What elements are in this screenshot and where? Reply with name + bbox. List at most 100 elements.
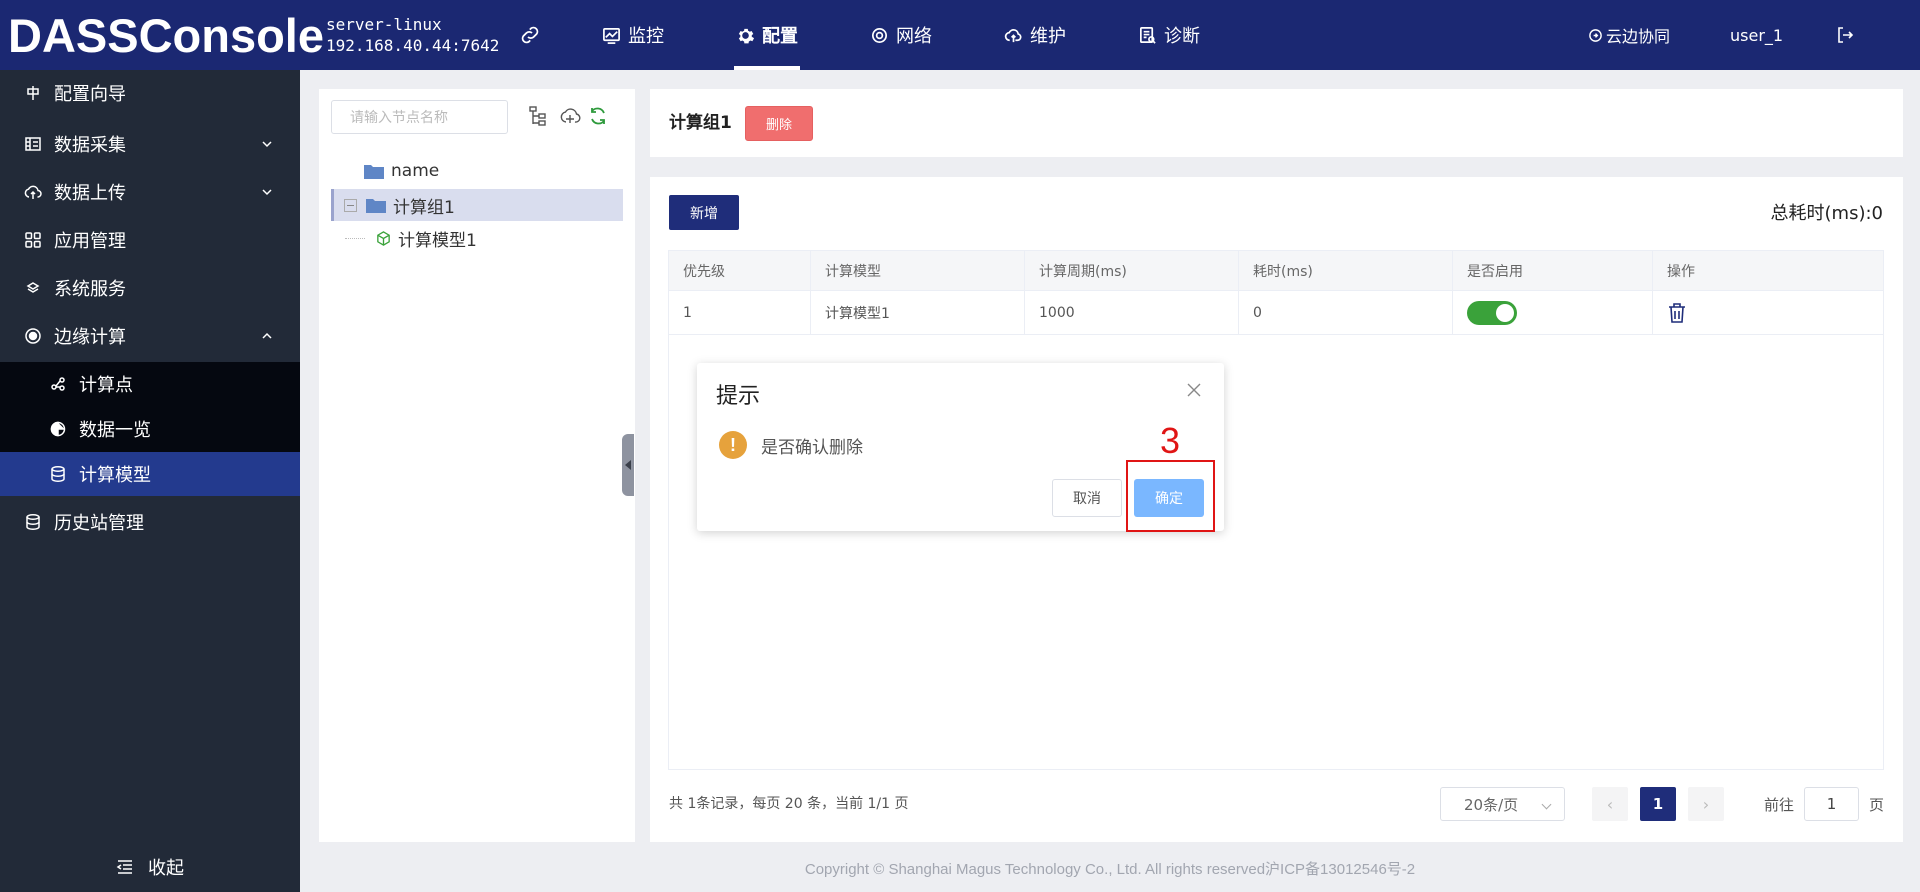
top-navbar: DASSConsole server-linux 192.168.40.44:7… [0,0,1920,70]
sidebar: 配置向导 数据采集 数据上传 应用管理 系统服务 边缘计算 计算点 数据一览 计… [0,70,300,892]
upload-cloud-icon [24,185,42,199]
sidebar-item-edge-compute[interactable]: 边缘计算 [0,314,300,358]
page-number-button[interactable]: 1 [1640,787,1676,821]
config-gear-icon [738,28,755,43]
column-header: 计算模型 [811,251,1025,290]
page-suffix-label: 页 [1869,795,1885,814]
edge-compute-icon [25,328,41,344]
collapse-menu-icon [116,860,132,874]
sidebar-item-app-management[interactable]: 应用管理 [0,218,300,262]
nav-monitor[interactable]: 监控 [600,0,666,70]
cloud-sync-link[interactable]: 云边协同 [1588,0,1670,70]
tree-node-group[interactable]: 计算组1 [331,189,623,221]
page-size-select[interactable]: 20条/页 [1440,787,1565,821]
nav-network[interactable]: 网络 [868,0,934,70]
collapse-label: 收起 [148,858,184,879]
cloud-sync-icon [1589,28,1602,42]
close-icon[interactable] [1186,382,1202,398]
sidebar-item-label: 应用管理 [54,231,126,252]
data-collect-icon [25,137,41,151]
table-header: 优先级 计算模型 计算周期(ms) 耗时(ms) 是否启用 操作 [669,251,1883,291]
sidebar-item-label: 配置向导 [54,84,126,105]
enabled-cell [1453,291,1653,334]
column-header: 优先级 [669,251,811,290]
nav-monitor-label: 监控 [628,26,664,47]
cloud-maintenance-icon [1004,28,1022,42]
main-nav: 监控 配置 网络 维护 诊断 [600,0,1270,70]
sidebar-item-data-collect[interactable]: 数据采集 [0,122,300,166]
goto-label: 前往 [1764,795,1795,814]
server-address: 192.168.40.44:7642 [326,36,500,55]
tree-collapse-toggle[interactable] [344,198,357,212]
sidebar-item-system-service[interactable]: 系统服务 [0,266,300,310]
node-search-input[interactable] [331,100,508,134]
dialog-title: 提示 [716,384,761,409]
tree-node-label: 计算组1 [393,197,455,218]
cancel-button[interactable]: 取消 [1052,479,1122,517]
add-node-icon[interactable] [559,105,581,127]
pagination-info: 共 1条记录，每页 20 条，当前 1/1 页 [669,796,909,812]
folder-icon [366,199,386,213]
enabled-toggle[interactable] [1467,300,1517,325]
copyright-footer: Copyright © Shanghai Magus Technology Co… [804,861,1416,878]
tree-structure-icon[interactable] [527,105,549,127]
database-icon [26,514,40,530]
sidebar-item-config-wizard[interactable]: 配置向导 [0,70,300,116]
prev-page-button[interactable]: ‹ [1592,787,1628,821]
delete-group-button[interactable]: 删除 [745,106,813,141]
nav-diagnose-label: 诊断 [1164,26,1200,47]
next-page-button[interactable]: › [1688,787,1724,821]
tree-node-label: name [391,161,440,181]
group-title: 计算组1 [669,113,732,133]
trash-icon[interactable] [1667,302,1687,324]
sidebar-collapse-button[interactable]: 收起 [0,842,300,892]
nav-network-label: 网络 [896,26,932,47]
tree-node-name[interactable]: name [331,155,623,187]
annotation-step-number: 3 [1160,420,1181,461]
nav-maintenance[interactable]: 维护 [1002,0,1068,70]
column-header: 是否启用 [1453,251,1653,290]
link-icon[interactable] [518,23,542,47]
logout-icon [1838,27,1854,43]
user-menu[interactable]: user_1 [1730,0,1783,70]
database-icon [51,466,65,482]
tree-node-label: 计算模型1 [398,230,477,251]
warning-icon: ! [719,431,747,459]
server-name: server-linux [326,15,442,34]
group-header-card: 计算组1 删除 [650,89,1903,157]
priority-cell: 1 [669,291,811,334]
monitor-icon [603,27,620,44]
nav-config-label: 配置 [762,26,798,47]
diagnose-icon [1139,26,1156,44]
sidebar-item-label: 系统服务 [54,279,126,300]
annotation-highlight-box [1126,460,1215,532]
period-cell: 1000 [1025,291,1239,334]
sidebar-subitem-label: 计算点 [79,375,133,396]
compute-point-icon [51,377,65,391]
pie-icon [50,421,66,437]
column-header: 操作 [1667,263,1695,280]
refresh-icon[interactable] [587,105,609,127]
sidebar-item-label: 数据上传 [54,183,126,204]
sidebar-subitem-compute-model[interactable]: 计算模型 [0,452,300,496]
tree-node-model[interactable]: 计算模型1 [331,222,623,254]
edge-compute-submenu: 计算点 数据一览 计算模型 [0,362,300,496]
nav-diagnose[interactable]: 诊断 [1136,0,1202,70]
column-header: 计算周期(ms) [1025,251,1239,290]
sidebar-item-history-station[interactable]: 历史站管理 [0,500,300,544]
app-logo: DASSConsole [8,9,324,62]
cube-model-icon [377,230,390,246]
column-header: 耗时(ms) [1239,251,1453,290]
goto-page-input[interactable]: 1 [1804,787,1860,821]
action-cell [1653,291,1885,334]
server-info: server-linux 192.168.40.44:7642 [326,14,499,56]
nav-config[interactable]: 配置 [734,0,800,70]
sidebar-item-data-upload[interactable]: 数据上传 [0,170,300,214]
sidebar-subitem-compute-point[interactable]: 计算点 [0,362,300,406]
add-button[interactable]: 新增 [669,195,739,230]
logout-button[interactable] [1836,0,1857,70]
grid-apps-icon [25,232,41,248]
sidebar-subitem-data-overview[interactable]: 数据一览 [0,407,300,451]
folder-icon [364,165,384,179]
panel-splitter-handle[interactable] [622,434,634,496]
